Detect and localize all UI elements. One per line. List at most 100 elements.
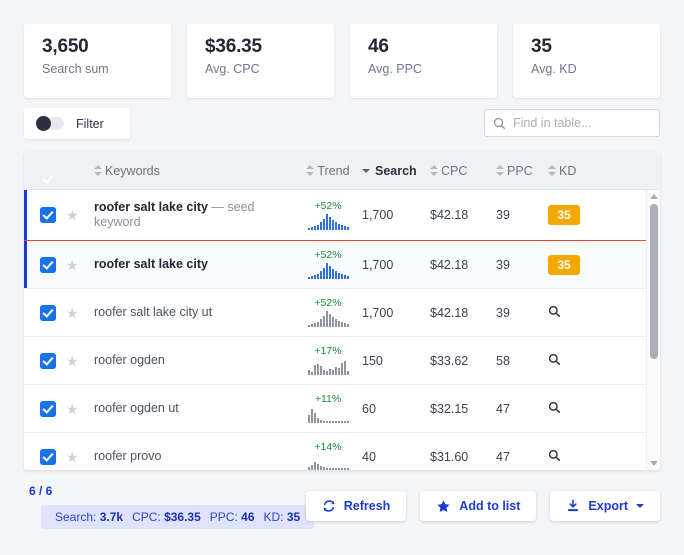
button-label: Refresh [343, 499, 391, 513]
export-button[interactable]: Export [550, 491, 660, 521]
stat-value: 46 [368, 36, 389, 57]
search-icon [493, 117, 506, 129]
summary-item: Search: 3.7k [55, 510, 123, 524]
star-icon[interactable]: ★ [66, 306, 79, 320]
search-icon[interactable] [548, 449, 561, 462]
search-icon[interactable] [548, 305, 561, 318]
row-checkbox[interactable] [40, 304, 56, 321]
row-ppc: 39 [496, 257, 510, 272]
trend-percent: +52% [314, 297, 342, 309]
filter-label: Filter [76, 116, 104, 131]
row-kd-cell [548, 305, 608, 321]
stat-card-search-sum: 3,650 Search sum [24, 24, 171, 98]
column-header-kd[interactable]: KD [548, 164, 608, 178]
table-scrollbar[interactable] [646, 190, 660, 470]
row-checkbox-cell[interactable] [24, 207, 66, 223]
row-checkbox-cell[interactable] [24, 352, 66, 369]
row-search-volume: 150 [362, 353, 383, 368]
row-checkbox-cell[interactable] [24, 256, 66, 273]
row-star-cell[interactable]: ★ [66, 208, 94, 222]
stat-label: Search sum [42, 62, 109, 76]
row-keyword: roofer salt lake city [94, 257, 208, 272]
row-search-icon-button[interactable] [548, 305, 561, 321]
row-cpc: $42.18 [430, 208, 469, 222]
table-row[interactable]: ★ roofer salt lake city +52% 1,700 $42.18 39 3… [24, 241, 660, 289]
summary-value: 3.7k [99, 510, 124, 524]
row-checkbox-cell[interactable] [24, 400, 66, 417]
row-checkbox[interactable] [40, 207, 56, 223]
star-icon[interactable]: ★ [66, 354, 79, 368]
sort-icon [496, 165, 504, 176]
row-ppc: 47 [496, 449, 510, 464]
row-keyword-text: roofer salt lake city ut [94, 305, 213, 319]
column-header-cpc[interactable]: CPC [430, 164, 496, 178]
stat-card-avg-ppc: 46 Avg. PPC [350, 24, 497, 98]
row-star-cell[interactable]: ★ [66, 450, 94, 464]
row-checkbox[interactable] [40, 256, 56, 273]
trend-percent: +11% [314, 393, 342, 405]
summary-value: 35 [286, 510, 301, 524]
trend-sparkline [307, 263, 349, 279]
refresh-button[interactable]: Refresh [305, 491, 407, 521]
table-row[interactable]: ★ roofer provo +14% 40 $31.60 47 [24, 433, 660, 470]
stat-label: Avg. PPC [368, 62, 422, 76]
row-search-icon-button[interactable] [548, 449, 561, 465]
add-to-list-button[interactable]: Add to list [420, 491, 537, 521]
star-icon[interactable]: ★ [66, 208, 79, 222]
chevron-down-icon[interactable] [636, 504, 644, 508]
row-keyword-text: roofer ogden [94, 353, 165, 367]
row-keyword-text: roofer provo [94, 449, 162, 463]
table-row[interactable]: ★ roofer ogden ut +11% 60 $32.15 47 [24, 385, 660, 433]
row-search-icon-button[interactable] [548, 401, 561, 417]
row-ppc: 39 [496, 208, 510, 222]
row-checkbox-cell[interactable] [24, 304, 66, 321]
trend-sparkline [307, 213, 349, 230]
row-checkbox[interactable] [40, 400, 56, 417]
column-header-ppc[interactable]: PPC [496, 164, 548, 178]
row-star-cell[interactable]: ★ [66, 306, 94, 320]
row-search-volume: 1,700 [362, 305, 394, 320]
star-icon[interactable]: ★ [66, 450, 79, 464]
row-search-icon-button[interactable] [548, 353, 561, 369]
star-icon[interactable]: ★ [66, 402, 79, 416]
chevron-down-icon [362, 168, 370, 173]
column-header-search[interactable]: Search [362, 164, 430, 178]
trend-sparkline [307, 455, 349, 470]
search-icon[interactable] [548, 353, 561, 366]
column-header-keywords[interactable]: Keywords [94, 164, 294, 178]
row-checkbox[interactable] [40, 352, 56, 369]
row-cpc: $42.18 [430, 257, 469, 272]
row-count: 6 / 6 [29, 484, 53, 498]
row-keyword: roofer ogden [94, 353, 165, 368]
kd-badge: 35 [548, 205, 580, 225]
row-checkbox[interactable] [40, 448, 56, 465]
caret-down-icon[interactable] [650, 461, 658, 466]
find-in-table-field[interactable]: Find in table... [484, 109, 660, 137]
row-keyword-text: roofer salt lake city [94, 257, 208, 271]
summary-label: PPC: [209, 510, 238, 524]
scrollbar-thumb[interactable] [650, 204, 658, 359]
row-star-cell[interactable]: ★ [66, 258, 94, 272]
search-icon[interactable] [548, 401, 561, 414]
selection-summary-badge: Search: 3.7k CPC: $36.35 PPC: 46 KD: 35 [41, 505, 315, 529]
summary-item: PPC: 46 [210, 510, 255, 524]
sort-icon [548, 165, 556, 176]
table-row[interactable]: ★ roofer salt lake city ut +52% 1,700 $42.18… [24, 289, 660, 337]
star-icon[interactable]: ★ [66, 258, 79, 272]
caret-up-icon[interactable] [650, 194, 658, 199]
refresh-icon [323, 500, 335, 512]
row-checkbox-cell[interactable] [24, 448, 66, 465]
row-trend-cell: +11% [294, 394, 362, 423]
row-keyword-text: roofer salt lake city [94, 200, 208, 214]
kd-badge: 35 [548, 254, 580, 275]
column-header-search-label: Search [375, 163, 417, 178]
row-star-cell[interactable]: ★ [66, 354, 94, 368]
column-header-trend[interactable]: Trend [294, 164, 362, 178]
table-row[interactable]: ★ roofer salt lake city — seed keyword +52… [24, 190, 660, 241]
row-star-cell[interactable]: ★ [66, 402, 94, 416]
filter-toggle-button[interactable]: Filter [24, 108, 130, 139]
stat-card-avg-cpc: $36.35 Avg. CPC [187, 24, 334, 98]
row-trend-cell: +52% [294, 250, 362, 279]
table-row[interactable]: ★ roofer ogden +17% 150 $33.62 58 [24, 337, 660, 385]
filter-toggle-switch[interactable] [36, 116, 64, 131]
